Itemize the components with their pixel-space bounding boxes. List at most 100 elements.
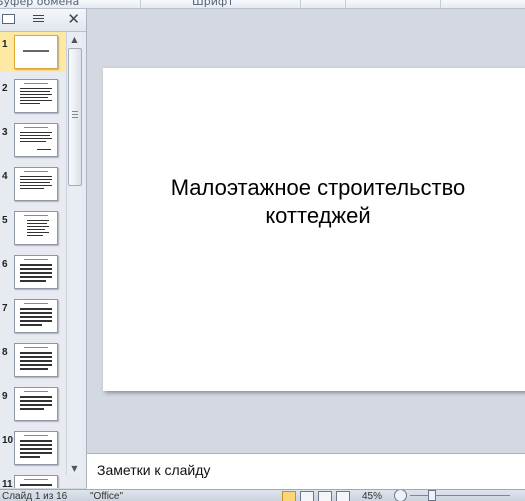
slide-thumbnail[interactable] bbox=[14, 255, 58, 289]
thumbnail-line bbox=[20, 364, 52, 366]
ribbon-separator bbox=[345, 0, 346, 8]
slide-thumbnail[interactable] bbox=[14, 299, 58, 333]
thumbnail-line bbox=[20, 88, 52, 89]
thumbnail-line bbox=[20, 452, 52, 454]
slide-number: 1 bbox=[2, 39, 8, 50]
slide-thumbnail-row[interactable]: 8 bbox=[0, 340, 66, 380]
slide-title[interactable]: Малоэтажное строительство коттеджей bbox=[133, 174, 503, 230]
thumbnail-line bbox=[20, 188, 44, 189]
slide-thumbnail-row[interactable]: 11 bbox=[0, 472, 66, 488]
thumbnail-line bbox=[20, 94, 52, 95]
slide-thumbnail-row[interactable]: 7 bbox=[0, 296, 66, 336]
thumbnail-line bbox=[20, 182, 50, 183]
thumbnail-line bbox=[27, 235, 43, 236]
thumbnail-line bbox=[20, 324, 42, 326]
zoom-out-button[interactable] bbox=[394, 490, 407, 501]
thumbnail-line bbox=[20, 404, 52, 406]
thumbnail-line bbox=[20, 456, 40, 458]
thumbnail-line bbox=[20, 356, 52, 358]
thumbnail-heading bbox=[24, 127, 48, 128]
thumbnail-heading bbox=[24, 259, 48, 260]
slide-thumbnail[interactable] bbox=[14, 431, 58, 465]
slide-number: 3 bbox=[2, 127, 8, 138]
current-slide[interactable]: Малоэтажное строительство коттеджей bbox=[103, 68, 525, 391]
slide-thumbnail-row[interactable]: 6 bbox=[0, 252, 66, 292]
zoom-slider-knob[interactable] bbox=[428, 490, 436, 501]
thumbnail-line bbox=[20, 272, 52, 274]
slide-thumbnail-list: 1 2 3 4 5 6 7 8 9 10 11 bbox=[0, 32, 66, 488]
slide-title-line: Малоэтажное строительство bbox=[170, 175, 466, 200]
thumbnail-title-text bbox=[23, 50, 49, 52]
thumbnail-line bbox=[20, 100, 52, 101]
thumbnail-scrollbar[interactable]: ▲ ▼ bbox=[66, 32, 82, 475]
thumbnail-heading bbox=[24, 303, 48, 304]
thumbnail-line bbox=[20, 448, 52, 450]
slide-thumbnail[interactable] bbox=[14, 79, 58, 113]
thumbnail-line bbox=[27, 232, 49, 233]
thumbnail-heading bbox=[24, 83, 48, 84]
thumbnail-line bbox=[20, 308, 52, 310]
close-icon[interactable]: ✕ bbox=[67, 11, 80, 27]
slide-number: 7 bbox=[2, 303, 8, 314]
slide-title-line: коттеджей bbox=[265, 203, 371, 228]
slide-thumbnail-row[interactable]: 5 bbox=[0, 208, 66, 248]
zoom-slider[interactable] bbox=[410, 495, 510, 496]
slide-thumbnail-row[interactable]: 4 bbox=[0, 164, 66, 204]
slide-number: 9 bbox=[2, 391, 8, 402]
outline-icon bbox=[32, 15, 44, 23]
thumbnail-line bbox=[20, 138, 52, 139]
notes-pane[interactable]: Заметки к слайду bbox=[87, 453, 525, 489]
grip-line bbox=[72, 111, 78, 112]
slide-thumbnail-row[interactable]: 3 bbox=[0, 120, 66, 160]
slide-editing-area: Малоэтажное строительство коттеджей bbox=[87, 9, 525, 452]
thumbnail-heading bbox=[24, 479, 48, 480]
slide-thumbnail[interactable] bbox=[14, 35, 58, 69]
status-bar: Слайд 1 из 16 "Office" 45% bbox=[0, 489, 525, 501]
slide-number: 11 bbox=[2, 479, 13, 488]
slide-thumbnail[interactable] bbox=[14, 343, 58, 377]
tab-outline[interactable] bbox=[30, 12, 46, 26]
thumbnail-line bbox=[20, 352, 52, 354]
thumbnail-heading bbox=[24, 347, 48, 348]
scroll-down-icon[interactable]: ▼ bbox=[67, 461, 82, 475]
slides-thumbnail-icon bbox=[1, 14, 15, 24]
grip-line bbox=[72, 117, 78, 118]
thumbnail-line bbox=[20, 103, 40, 104]
thumbnail-line bbox=[20, 97, 48, 98]
slide-number: 2 bbox=[2, 83, 8, 94]
thumbnail-heading bbox=[24, 435, 48, 436]
thumbnail-line bbox=[20, 176, 52, 177]
scrollbar-thumb[interactable] bbox=[68, 48, 82, 186]
ribbon-group-font: Шрифт bbox=[192, 0, 234, 8]
slides-pane: ✕ 1 2 3 4 5 6 7 8 9 10 11 ▲ ▼ bbox=[0, 9, 87, 488]
thumbnail-line bbox=[27, 229, 45, 230]
thumbnail-heading bbox=[24, 391, 48, 392]
slide-thumbnail-row[interactable]: 2 bbox=[0, 76, 66, 116]
ribbon-group-clipboard: Буфер обмена bbox=[0, 0, 80, 8]
thumbnail-heading bbox=[24, 171, 48, 172]
ribbon-separator bbox=[140, 0, 141, 8]
slide-thumbnail[interactable] bbox=[14, 123, 58, 157]
ribbon-separator bbox=[300, 0, 301, 8]
slide-thumbnail-row[interactable]: 9 bbox=[0, 384, 66, 424]
thumbnail-line bbox=[20, 91, 50, 92]
slide-thumbnail[interactable] bbox=[14, 211, 58, 245]
slide-thumbnail[interactable] bbox=[14, 387, 58, 421]
thumbnail-line bbox=[20, 264, 52, 266]
thumbnail-line bbox=[20, 141, 46, 142]
tab-slides[interactable] bbox=[0, 12, 16, 26]
thumbnail-line bbox=[20, 396, 52, 398]
thumbnail-line bbox=[20, 444, 52, 446]
slide-thumbnail-row[interactable]: 10 bbox=[0, 428, 66, 468]
slide-thumbnail[interactable] bbox=[14, 167, 58, 201]
thumbnail-line bbox=[20, 368, 48, 370]
thumbnail-heading bbox=[24, 215, 48, 216]
thumbnail-line bbox=[20, 135, 50, 136]
slide-thumbnail[interactable] bbox=[14, 475, 58, 488]
slide-thumbnail-row[interactable]: 1 bbox=[0, 32, 66, 72]
thumbnail-line bbox=[20, 312, 52, 314]
thumbnail-line bbox=[20, 400, 52, 402]
thumbnail-line bbox=[20, 316, 52, 318]
thumbnail-line bbox=[20, 408, 44, 410]
scroll-up-icon[interactable]: ▲ bbox=[67, 32, 82, 46]
